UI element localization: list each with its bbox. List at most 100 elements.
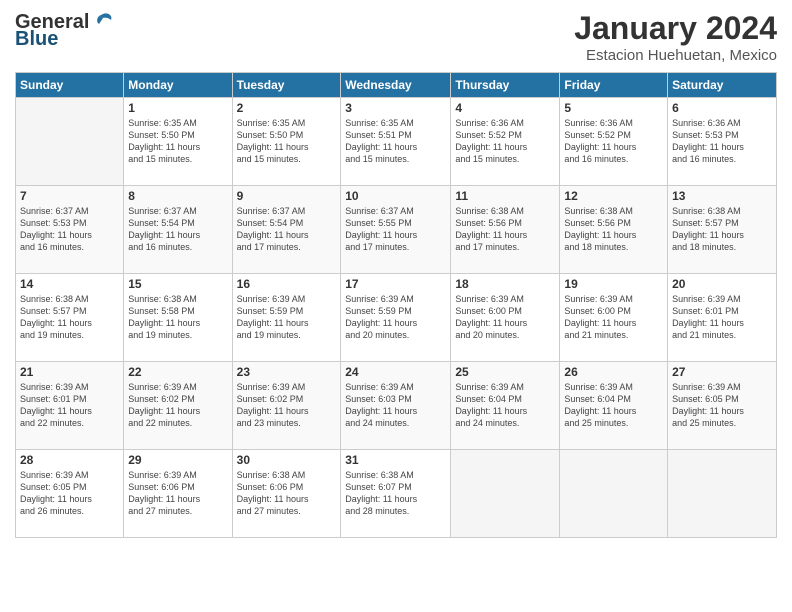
calendar-cell: 8 Sunrise: 6:37 AM Sunset: 5:54 PM Daylig… [124,186,232,274]
day-info: Sunrise: 6:37 AM Sunset: 5:54 PM Dayligh… [237,205,337,254]
day-info: Sunrise: 6:39 AM Sunset: 6:00 PM Dayligh… [455,293,555,342]
day-info: Sunrise: 6:36 AM Sunset: 5:52 PM Dayligh… [564,117,663,166]
calendar-week-row-4: 21 Sunrise: 6:39 AM Sunset: 6:01 PM Dayli… [16,362,777,450]
calendar-week-row-5: 28 Sunrise: 6:39 AM Sunset: 6:05 PM Dayli… [16,450,777,538]
day-info: Sunrise: 6:38 AM Sunset: 6:06 PM Dayligh… [237,469,337,518]
day-info: Sunrise: 6:35 AM Sunset: 5:50 PM Dayligh… [237,117,337,166]
day-number: 7 [20,189,119,203]
day-info: Sunrise: 6:39 AM Sunset: 6:01 PM Dayligh… [20,381,119,430]
calendar-week-row-2: 7 Sunrise: 6:37 AM Sunset: 5:53 PM Daylig… [16,186,777,274]
calendar-cell: 30 Sunrise: 6:38 AM Sunset: 6:06 PM Dayli… [232,450,341,538]
col-monday: Monday [124,73,232,98]
day-number: 6 [672,101,772,115]
day-info: Sunrise: 6:37 AM Sunset: 5:53 PM Dayligh… [20,205,119,254]
day-info: Sunrise: 6:38 AM Sunset: 5:56 PM Dayligh… [564,205,663,254]
calendar-cell: 6 Sunrise: 6:36 AM Sunset: 5:53 PM Daylig… [668,98,777,186]
calendar-cell: 3 Sunrise: 6:35 AM Sunset: 5:51 PM Daylig… [341,98,451,186]
day-number: 14 [20,277,119,291]
calendar-cell: 21 Sunrise: 6:39 AM Sunset: 6:01 PM Dayli… [16,362,124,450]
day-info: Sunrise: 6:37 AM Sunset: 5:54 PM Dayligh… [128,205,227,254]
day-info: Sunrise: 6:38 AM Sunset: 5:58 PM Dayligh… [128,293,227,342]
logo-blue: Blue [15,28,58,51]
day-info: Sunrise: 6:38 AM Sunset: 6:07 PM Dayligh… [345,469,446,518]
day-number: 31 [345,453,446,467]
calendar-cell: 15 Sunrise: 6:38 AM Sunset: 5:58 PM Dayli… [124,274,232,362]
calendar-cell: 13 Sunrise: 6:38 AM Sunset: 5:57 PM Dayli… [668,186,777,274]
calendar-cell: 27 Sunrise: 6:39 AM Sunset: 6:05 PM Dayli… [668,362,777,450]
day-info: Sunrise: 6:39 AM Sunset: 6:05 PM Dayligh… [672,381,772,430]
day-number: 21 [20,365,119,379]
day-number: 23 [237,365,337,379]
day-number: 8 [128,189,227,203]
logo: General Blue [15,10,115,51]
calendar-cell: 31 Sunrise: 6:38 AM Sunset: 6:07 PM Dayli… [341,450,451,538]
calendar-cell [451,450,560,538]
calendar-cell: 12 Sunrise: 6:38 AM Sunset: 5:56 PM Dayli… [560,186,668,274]
calendar-cell: 24 Sunrise: 6:39 AM Sunset: 6:03 PM Dayli… [341,362,451,450]
day-number: 2 [237,101,337,115]
calendar-cell: 1 Sunrise: 6:35 AM Sunset: 5:50 PM Daylig… [124,98,232,186]
day-number: 24 [345,365,446,379]
day-number: 5 [564,101,663,115]
calendar-cell [560,450,668,538]
calendar-cell: 19Sunrise: 6:39 AM Sunset: 6:00 PM Dayli… [560,274,668,362]
day-number: 16 [237,277,337,291]
day-info: Sunrise: 6:38 AM Sunset: 5:57 PM Dayligh… [672,205,772,254]
title-section: January 2024 Estacion Huehuetan, Mexico [574,10,777,64]
day-number: 17 [345,277,446,291]
day-info: Sunrise: 6:35 AM Sunset: 5:50 PM Dayligh… [128,117,227,166]
day-number: 29 [128,453,227,467]
day-info: Sunrise: 6:35 AM Sunset: 5:51 PM Dayligh… [345,117,446,166]
day-number: 13 [672,189,772,203]
calendar-cell: 11 Sunrise: 6:38 AM Sunset: 5:56 PM Dayli… [451,186,560,274]
day-number: 11 [455,189,555,203]
day-number: 27 [672,365,772,379]
page: General Blue January 2024 Estacion Huehu… [0,0,792,612]
day-info: Sunrise: 6:39 AM Sunset: 6:03 PM Dayligh… [345,381,446,430]
calendar-cell: 22Sunrise: 6:39 AM Sunset: 6:02 PM Dayli… [124,362,232,450]
day-number: 10 [345,189,446,203]
day-number: 28 [20,453,119,467]
location: Estacion Huehuetan, Mexico [574,47,777,64]
day-info: Sunrise: 6:39 AM Sunset: 6:04 PM Dayligh… [455,381,555,430]
month-title: January 2024 [574,10,777,47]
day-number: 1 [128,101,227,115]
day-number: 3 [345,101,446,115]
col-sunday: Sunday [16,73,124,98]
day-number: 15 [128,277,227,291]
calendar-cell: 17Sunrise: 6:39 AM Sunset: 5:59 PM Dayli… [341,274,451,362]
day-number: 26 [564,365,663,379]
day-info: Sunrise: 6:36 AM Sunset: 5:53 PM Dayligh… [672,117,772,166]
day-number: 12 [564,189,663,203]
calendar-week-row-3: 14Sunrise: 6:38 AM Sunset: 5:57 PM Dayli… [16,274,777,362]
day-number: 30 [237,453,337,467]
col-wednesday: Wednesday [341,73,451,98]
calendar-cell: 4 Sunrise: 6:36 AM Sunset: 5:52 PM Daylig… [451,98,560,186]
calendar-cell: 7 Sunrise: 6:37 AM Sunset: 5:53 PM Daylig… [16,186,124,274]
day-info: Sunrise: 6:38 AM Sunset: 5:56 PM Dayligh… [455,205,555,254]
calendar-cell: 20Sunrise: 6:39 AM Sunset: 6:01 PM Dayli… [668,274,777,362]
day-info: Sunrise: 6:39 AM Sunset: 5:59 PM Dayligh… [237,293,337,342]
day-info: Sunrise: 6:39 AM Sunset: 6:04 PM Dayligh… [564,381,663,430]
day-info: Sunrise: 6:39 AM Sunset: 6:05 PM Dayligh… [20,469,119,518]
calendar-cell: 14Sunrise: 6:38 AM Sunset: 5:57 PM Dayli… [16,274,124,362]
calendar-cell: 28 Sunrise: 6:39 AM Sunset: 6:05 PM Dayli… [16,450,124,538]
calendar-header-row: Sunday Monday Tuesday Wednesday Thursday… [16,73,777,98]
day-number: 18 [455,277,555,291]
col-thursday: Thursday [451,73,560,98]
col-friday: Friday [560,73,668,98]
calendar-cell [16,98,124,186]
day-info: Sunrise: 6:39 AM Sunset: 6:06 PM Dayligh… [128,469,227,518]
day-info: Sunrise: 6:37 AM Sunset: 5:55 PM Dayligh… [345,205,446,254]
day-info: Sunrise: 6:39 AM Sunset: 6:01 PM Dayligh… [672,293,772,342]
day-info: Sunrise: 6:36 AM Sunset: 5:52 PM Dayligh… [455,117,555,166]
calendar-week-row-1: 1 Sunrise: 6:35 AM Sunset: 5:50 PM Daylig… [16,98,777,186]
calendar-table: Sunday Monday Tuesday Wednesday Thursday… [15,72,777,538]
col-saturday: Saturday [668,73,777,98]
calendar-cell [668,450,777,538]
day-number: 4 [455,101,555,115]
calendar-cell: 5 Sunrise: 6:36 AM Sunset: 5:52 PM Daylig… [560,98,668,186]
calendar-cell: 23 Sunrise: 6:39 AM Sunset: 6:02 PM Dayli… [232,362,341,450]
logo-container: General Blue [15,10,115,51]
day-info: Sunrise: 6:39 AM Sunset: 6:02 PM Dayligh… [237,381,337,430]
